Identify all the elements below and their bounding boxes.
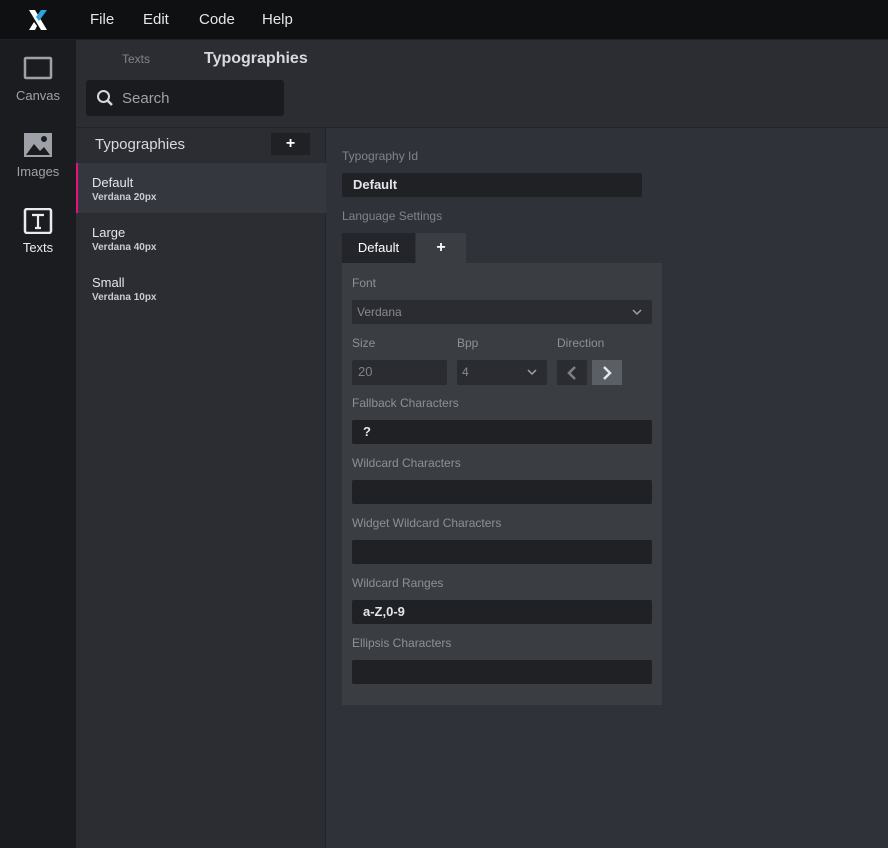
typography-summary: Verdana 10px: [92, 292, 157, 303]
bpp-label: Bpp: [457, 336, 479, 350]
wildcard-characters-label: Wildcard Characters: [352, 456, 461, 470]
menu-edit[interactable]: Edit: [143, 0, 169, 40]
direction-ltr-button[interactable]: [557, 360, 587, 385]
font-label: Font: [352, 276, 377, 290]
ellipsis-characters-field[interactable]: [352, 660, 652, 684]
add-language-button[interactable]: +: [416, 233, 466, 263]
ellipsis-characters-label: Ellipsis Characters: [352, 636, 452, 650]
search-icon: [97, 90, 113, 106]
rail-label-canvas: Canvas: [15, 88, 61, 103]
rail-item-images[interactable]: Images: [0, 132, 76, 202]
chevron-left-icon: [567, 365, 576, 380]
menu-file[interactable]: File: [90, 0, 114, 40]
widget-wildcard-characters-field[interactable]: [352, 540, 652, 564]
typography-name: Default: [92, 175, 134, 190]
page-title: Typographies: [204, 50, 308, 67]
typography-list-panel: Typographies + Default Verdana 20px Larg…: [76, 128, 326, 848]
size-label: Size: [352, 336, 376, 350]
font-select[interactable]: Verdana: [352, 300, 652, 324]
text-icon: [23, 208, 53, 234]
breadcrumb-parent[interactable]: Texts: [122, 52, 150, 66]
chevron-right-icon: [603, 365, 612, 380]
typography-name: Large: [92, 225, 126, 240]
font-select-value: Verdana: [357, 305, 402, 319]
direction-label: Direction: [557, 336, 605, 350]
breadcrumb: Texts Typographies: [76, 40, 888, 128]
typography-name: Small: [92, 275, 125, 290]
list-item[interactable]: Small Verdana 10px: [76, 263, 326, 313]
fallback-characters-label: Fallback Characters: [352, 396, 459, 410]
rail-item-texts[interactable]: Texts: [0, 208, 76, 278]
menu-help[interactable]: Help: [262, 0, 293, 40]
size-field[interactable]: 20: [352, 360, 447, 385]
canvas-icon: [23, 56, 53, 82]
search-input[interactable]: [122, 80, 280, 116]
typography-id-field[interactable]: Default: [342, 173, 642, 197]
typography-summary: Verdana 40px: [92, 242, 157, 253]
menu-bar: File Edit Code Help: [0, 0, 888, 40]
tab-default-language[interactable]: Default: [342, 233, 415, 263]
image-icon: [23, 132, 53, 158]
app-window: File Edit Code Help Canvas Images Texts …: [0, 0, 888, 848]
rail-label-texts: Texts: [22, 240, 54, 255]
widget-wildcard-characters-label: Widget Wildcard Characters: [352, 516, 502, 530]
chevron-down-icon: [632, 309, 642, 316]
rail-item-canvas[interactable]: Canvas: [0, 56, 76, 126]
list-title: Typographies: [95, 136, 186, 153]
list-item[interactable]: Default Verdana 20px: [76, 163, 326, 213]
menu-code[interactable]: Code: [199, 0, 235, 40]
list-item[interactable]: Large Verdana 40px: [76, 213, 326, 263]
wildcard-characters-field[interactable]: [352, 480, 652, 504]
app-logo-icon[interactable]: [0, 0, 76, 40]
typography-id-label: Typography Id: [342, 149, 419, 163]
bpp-select-value: 4: [462, 365, 469, 379]
wildcard-ranges-label: Wildcard Ranges: [352, 576, 444, 590]
typography-summary: Verdana 20px: [92, 192, 157, 203]
fallback-characters-field[interactable]: ?: [352, 420, 652, 444]
search-box: [86, 80, 284, 116]
chevron-down-icon: [527, 369, 537, 376]
direction-rtl-button[interactable]: [592, 360, 622, 385]
wildcard-ranges-field[interactable]: a-Z,0-9: [352, 600, 652, 624]
language-settings-label: Language Settings: [342, 209, 443, 223]
left-rail: Canvas Images Texts: [0, 40, 76, 848]
add-typography-button[interactable]: +: [271, 133, 310, 155]
rail-label-images: Images: [16, 164, 60, 179]
bpp-select[interactable]: 4: [457, 360, 547, 385]
